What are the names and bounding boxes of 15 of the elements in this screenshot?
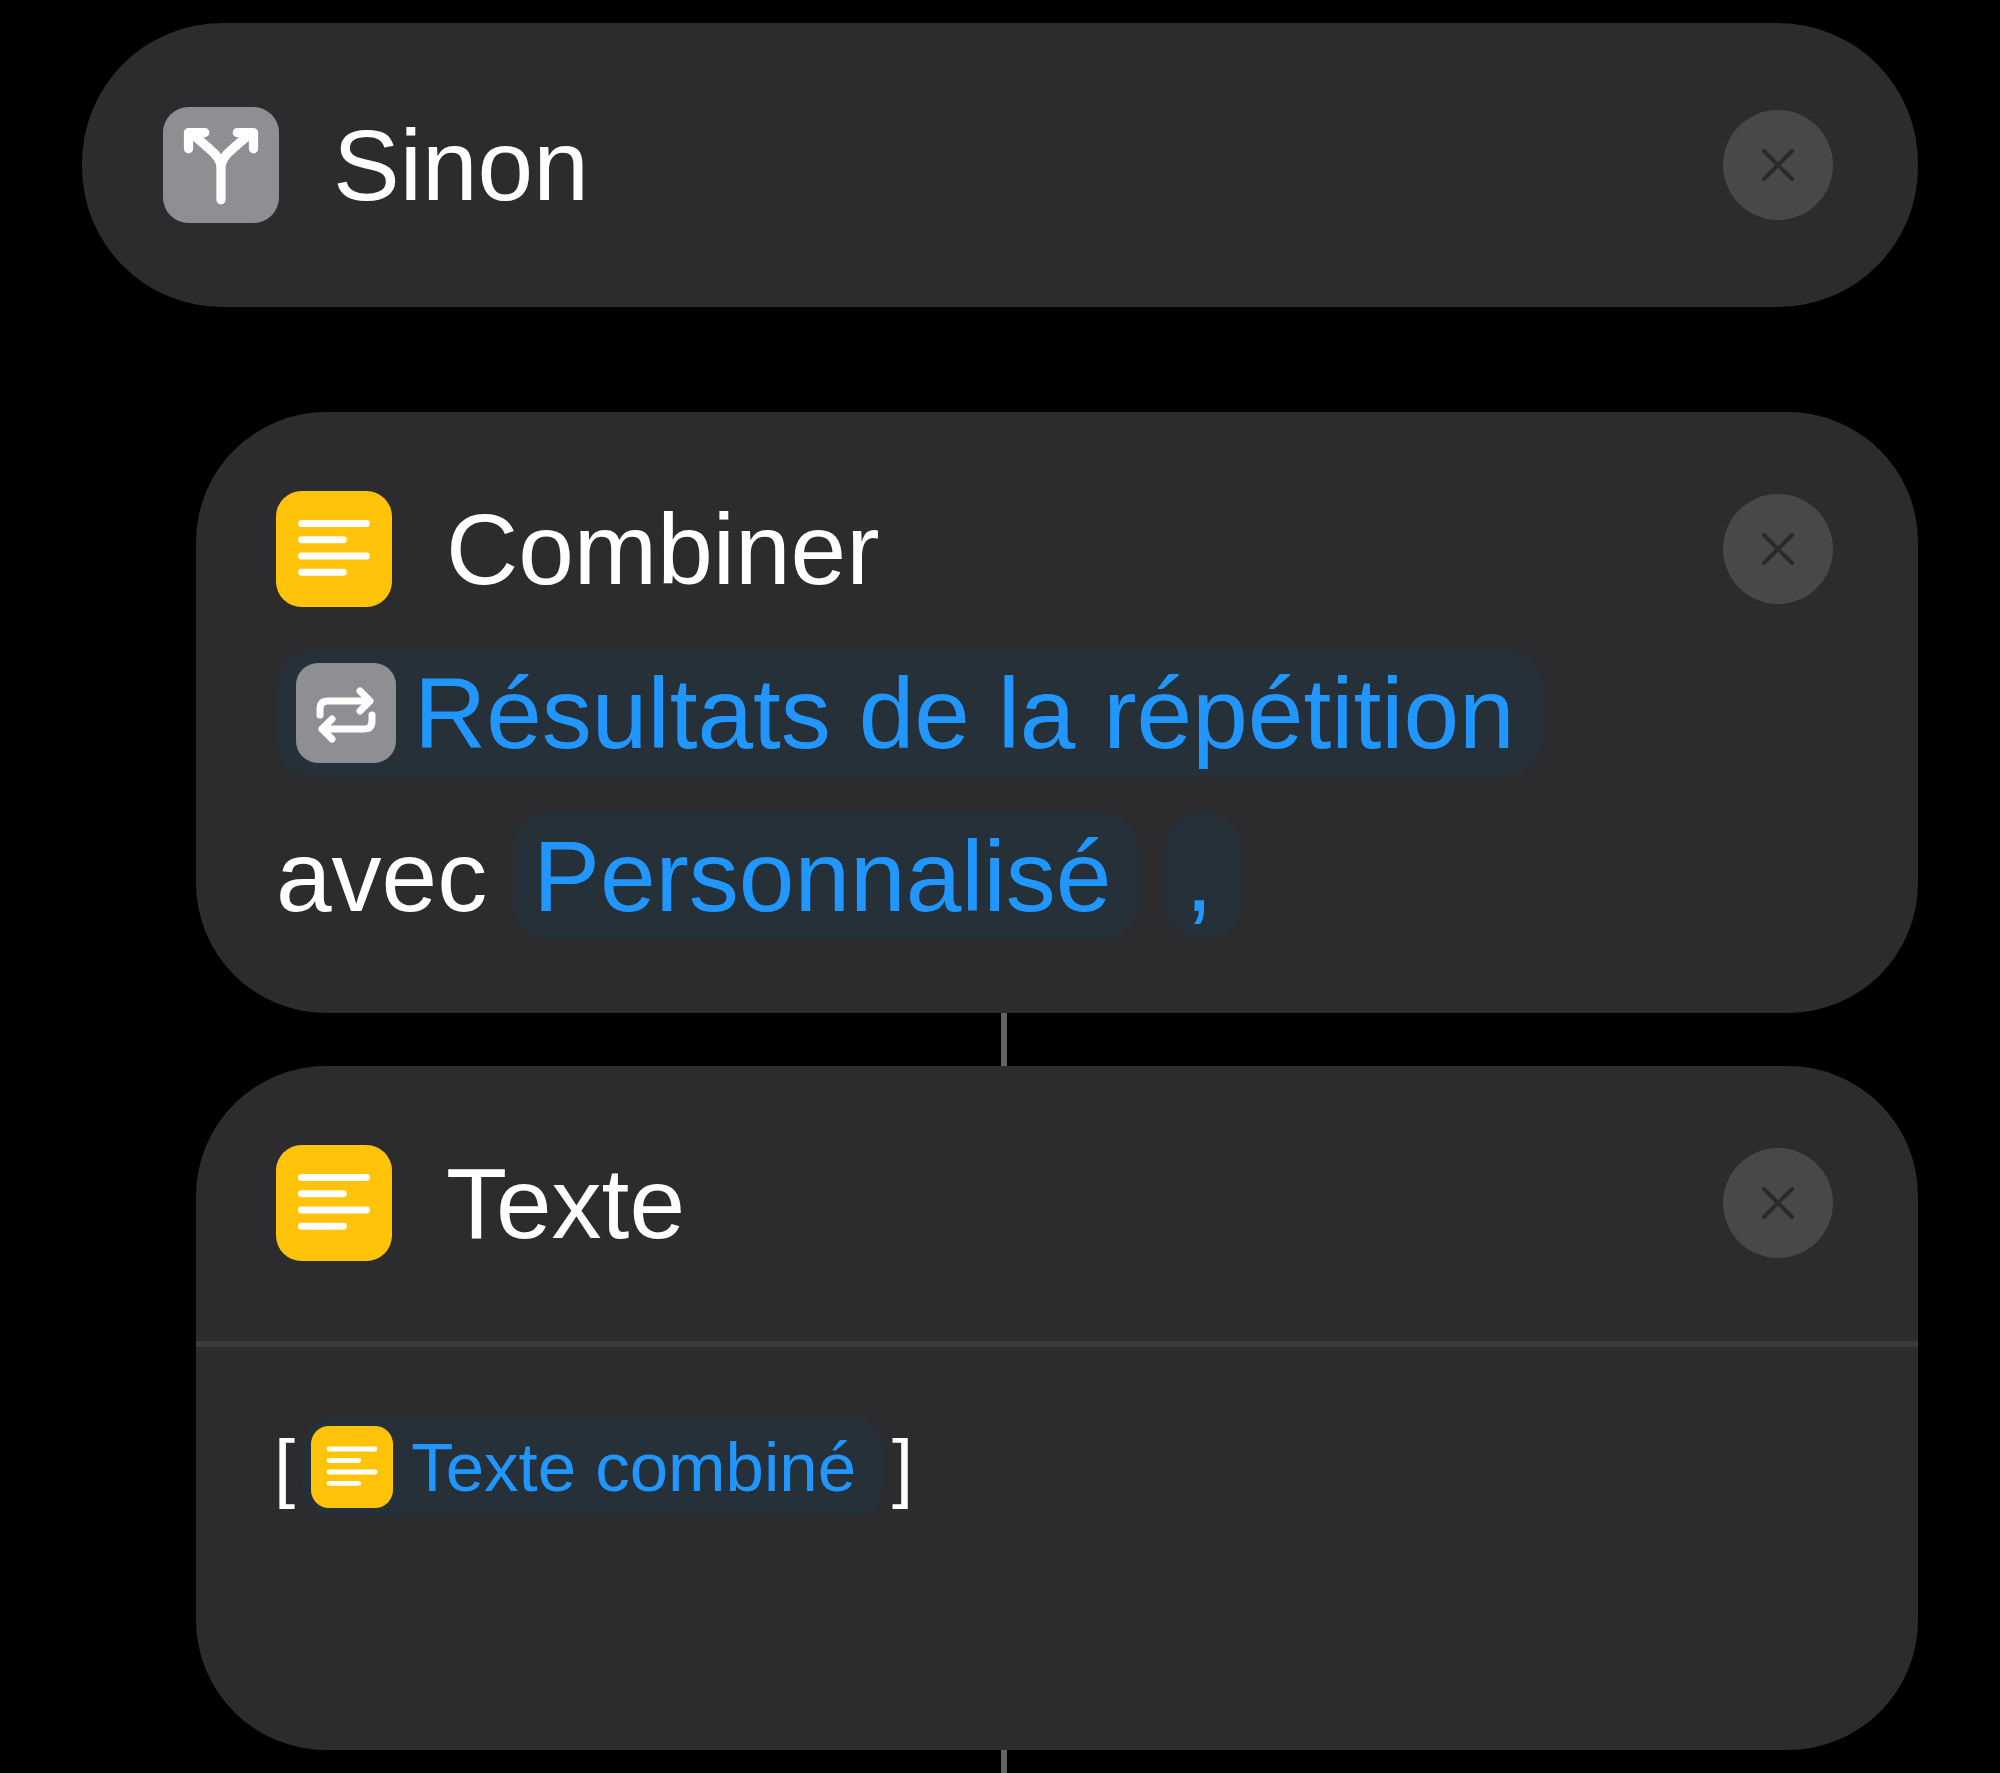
text-lines-icon <box>276 1145 392 1261</box>
variable-token[interactable]: Texte combiné <box>303 1417 885 1517</box>
parameter-label: avec <box>276 826 488 926</box>
action-title: Sinon <box>333 115 590 215</box>
variable-token[interactable]: , <box>1165 812 1242 940</box>
action-title: Texte <box>446 1153 686 1253</box>
text-lines-icon <box>276 491 392 607</box>
variable-token[interactable]: Résultats de la répétition <box>276 649 1543 777</box>
action-title: Combiner <box>446 499 881 599</box>
text-lines-icon <box>311 1426 394 1508</box>
branch-icon <box>163 107 279 223</box>
parameter-label: [ <box>274 1423 296 1511</box>
variable-token[interactable]: Personnalisé <box>513 812 1140 940</box>
repeat-icon <box>296 663 396 763</box>
parameter-label: ] <box>892 1423 914 1511</box>
